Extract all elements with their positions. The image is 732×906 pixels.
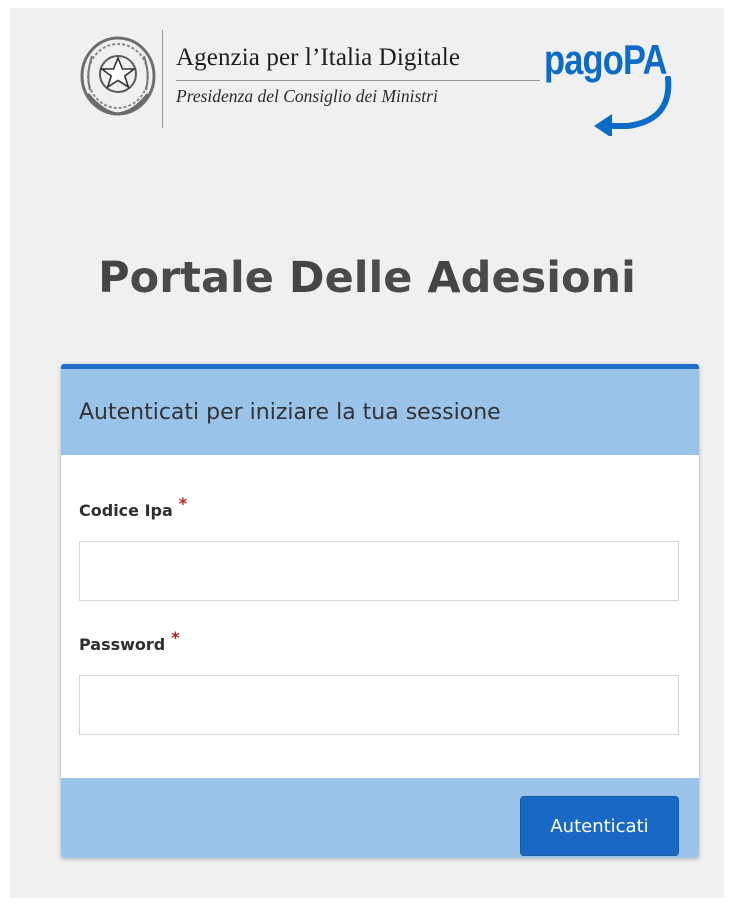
required-asterisk: * [178,494,188,513]
portal-title-word-1: Portale [98,253,274,303]
logo-divider [162,30,163,128]
agency-rule [176,80,540,81]
autenticati-button[interactable]: Autenticati [520,796,679,856]
login-heading: Autenticati per iniziare la tua sessione [79,400,501,425]
codice-ipa-input[interactable] [79,541,679,601]
password-input[interactable] [79,675,679,735]
pagopa-arrow-icon [594,76,672,136]
agency-name: Agenzia per l’Italia Digitale [176,44,461,71]
password-label-text: Password [79,635,166,654]
codice-ipa-label-text: Codice Ipa [79,501,173,520]
required-asterisk: * [171,628,180,647]
login-panel-footer: Autenticati [61,778,699,858]
portal-title-word-3: Adesioni [427,253,636,303]
login-panel-header: Autenticati per iniziare la tua sessione [61,369,699,455]
codice-ipa-label: Codice Ipa * [79,494,187,520]
italian-republic-emblem-icon [80,36,156,116]
page-background: Agenzia per l’Italia Digitale Presidenza… [10,8,724,898]
login-panel: Autenticati per iniziare la tua sessione… [61,364,699,858]
pagopa-logo: pagoPA [540,36,680,136]
password-label: Password * [79,628,180,654]
agency-subtitle: Presidenza del Consiglio dei Ministri [176,86,438,106]
portal-title: Portale Delle Adesioni [10,253,724,303]
portal-title-word-2: Delle [288,253,413,303]
header-logos: Agenzia per l’Italia Digitale Presidenza… [10,8,724,138]
